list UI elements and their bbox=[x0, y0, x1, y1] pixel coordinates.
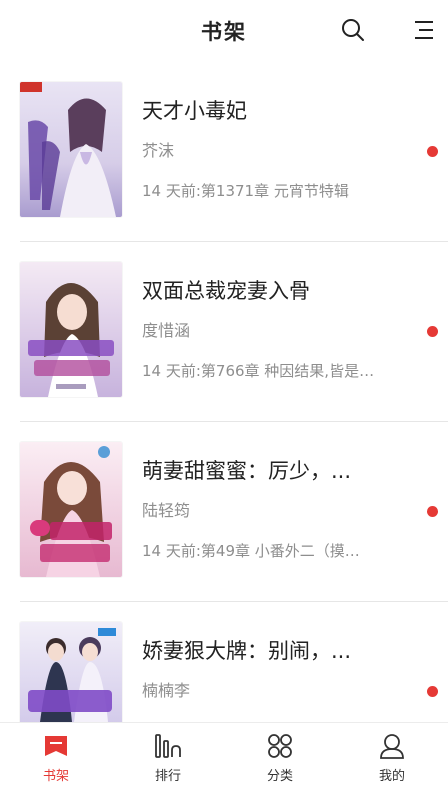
book-author: 楠楠李 bbox=[142, 681, 191, 700]
top-bar: 书架 bbox=[0, 0, 448, 62]
profile-icon bbox=[380, 734, 404, 759]
unread-badge bbox=[427, 506, 438, 517]
unread-badge bbox=[427, 686, 438, 697]
tab-category[interactable]: 分类 bbox=[224, 723, 336, 785]
book-item[interactable]: 双面总裁宠妻入骨 度惜涵 14 天前:第766章 种因结果,皆是… bbox=[0, 242, 448, 422]
tab-profile[interactable]: 我的 bbox=[336, 723, 448, 785]
menu-icon bbox=[415, 21, 433, 39]
tab-label: 排行 bbox=[154, 769, 181, 784]
unread-badge bbox=[427, 146, 438, 157]
book-latest-chapter: 14 天前:第1371章 元宵节特辑 bbox=[142, 182, 349, 200]
book-latest-chapter: 14 天前:第49章 小番外二（摸… bbox=[142, 542, 360, 560]
category-icon bbox=[268, 734, 292, 758]
book-cover-image bbox=[20, 262, 122, 397]
book-item[interactable]: 娇妻狠大牌：别闹，... 楠楠李 bbox=[0, 602, 448, 722]
page-title: 书架 bbox=[201, 20, 247, 44]
book-author: 芥沫 bbox=[142, 141, 175, 160]
search-button[interactable] bbox=[337, 14, 369, 46]
bottom-tab-bar: 书架 排行 分类 我的 bbox=[0, 722, 448, 785]
book-latest-chapter: 14 天前:第766章 种因结果,皆是… bbox=[142, 362, 375, 380]
search-icon bbox=[342, 19, 364, 41]
ranking-icon bbox=[155, 734, 181, 758]
book-title: 萌妻甜蜜蜜：厉少，... bbox=[142, 459, 352, 483]
tab-bookshelf[interactable]: 书架 bbox=[0, 723, 112, 785]
book-author: 度惜涵 bbox=[142, 321, 191, 340]
book-list[interactable]: 天才小毒妃 芥沫 14 天前:第1371章 元宵节特辑 双面总裁宠妻入骨 度惜涵… bbox=[0, 62, 448, 722]
book-item[interactable]: 天才小毒妃 芥沫 14 天前:第1371章 元宵节特辑 bbox=[0, 62, 448, 242]
unread-badge bbox=[427, 326, 438, 337]
book-cover-image bbox=[20, 82, 122, 217]
book-title: 娇妻狠大牌：别闹，... bbox=[142, 639, 352, 663]
tab-label: 书架 bbox=[42, 769, 69, 784]
tab-ranking[interactable]: 排行 bbox=[112, 723, 224, 785]
book-title: 双面总裁宠妻入骨 bbox=[142, 279, 310, 303]
bookshelf-screen: 书架 天才小毒妃 芥沫 14 天前:第1371章 元宵节特辑 双面总裁宠妻入骨 … bbox=[0, 0, 448, 785]
menu-button[interactable] bbox=[408, 14, 440, 46]
book-cover-image bbox=[20, 622, 122, 722]
bookshelf-icon bbox=[45, 736, 67, 756]
book-title: 天才小毒妃 bbox=[142, 99, 247, 123]
book-author: 陆轻筠 bbox=[142, 501, 191, 520]
book-cover-image bbox=[20, 442, 122, 577]
tab-label: 分类 bbox=[266, 769, 293, 784]
tab-label: 我的 bbox=[378, 769, 405, 784]
book-item[interactable]: 萌妻甜蜜蜜：厉少，... 陆轻筠 14 天前:第49章 小番外二（摸… bbox=[0, 422, 448, 602]
